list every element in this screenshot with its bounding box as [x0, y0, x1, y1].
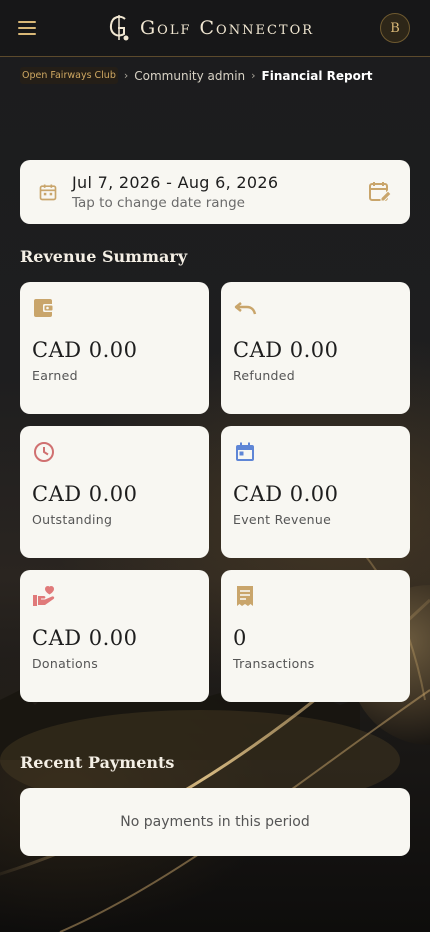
recent-payments-empty-state: No payments in this period: [20, 788, 410, 856]
breadcrumb-separator: ›: [251, 69, 256, 82]
date-range-hint: Tap to change date range: [72, 195, 245, 211]
stat-card-outstanding: CAD 0.00 Outstanding: [20, 426, 209, 558]
breadcrumb: Open Fairways Club › Community admin › F…: [20, 67, 373, 84]
avatar[interactable]: B: [380, 13, 410, 43]
edit-calendar-icon[interactable]: [368, 180, 392, 204]
stat-card-event-revenue: CAD 0.00 Event Revenue: [221, 426, 410, 558]
outstanding-label: Outstanding: [32, 512, 113, 527]
date-range-picker[interactable]: Jul 7, 2026 - Aug 6, 2026 Tap to change …: [20, 160, 410, 224]
event-revenue-label: Event Revenue: [233, 512, 332, 527]
wallet-icon: [34, 299, 54, 317]
calendar-icon: [236, 442, 254, 461]
calendar-icon: [39, 184, 57, 201]
breadcrumb-community-admin[interactable]: Community admin: [134, 69, 245, 83]
receipt-icon: [237, 586, 253, 606]
stat-card-donations: CAD 0.00 Donations: [20, 570, 209, 702]
stat-card-earned: CAD 0.00 Earned: [20, 282, 209, 414]
transactions-label: Transactions: [233, 656, 315, 671]
outstanding-value: CAD 0.00: [32, 482, 138, 506]
refunded-label: Refunded: [233, 368, 296, 383]
recent-payments-title: Recent Payments: [20, 753, 175, 772]
breadcrumb-current: Financial Report: [261, 68, 373, 83]
donations-value: CAD 0.00: [32, 626, 138, 650]
stat-card-refunded: CAD 0.00 Refunded: [221, 282, 410, 414]
menu-icon[interactable]: [18, 17, 40, 39]
donations-label: Donations: [32, 656, 99, 671]
event-revenue-value: CAD 0.00: [233, 482, 339, 506]
earned-label: Earned: [32, 368, 78, 383]
breadcrumb-club[interactable]: Open Fairways Club: [20, 67, 118, 84]
refunded-value: CAD 0.00: [233, 338, 339, 362]
transactions-value: 0: [233, 626, 247, 650]
date-range-value: Jul 7, 2026 - Aug 6, 2026: [72, 173, 279, 192]
clock-icon: [34, 442, 54, 462]
app-header: Golf Connector B: [0, 0, 430, 57]
breadcrumb-separator: ›: [123, 69, 129, 82]
golf-connector-logo-icon: [109, 15, 129, 41]
brand[interactable]: Golf Connector: [106, 13, 314, 43]
donation-icon: [33, 586, 55, 606]
brand-name: Golf Connector: [139, 17, 315, 39]
stat-card-transactions: 0 Transactions: [221, 570, 410, 702]
earned-value: CAD 0.00: [32, 338, 138, 362]
empty-state-text: No payments in this period: [120, 814, 310, 830]
revenue-summary-title: Revenue Summary: [20, 247, 188, 266]
undo-icon: [234, 302, 257, 315]
